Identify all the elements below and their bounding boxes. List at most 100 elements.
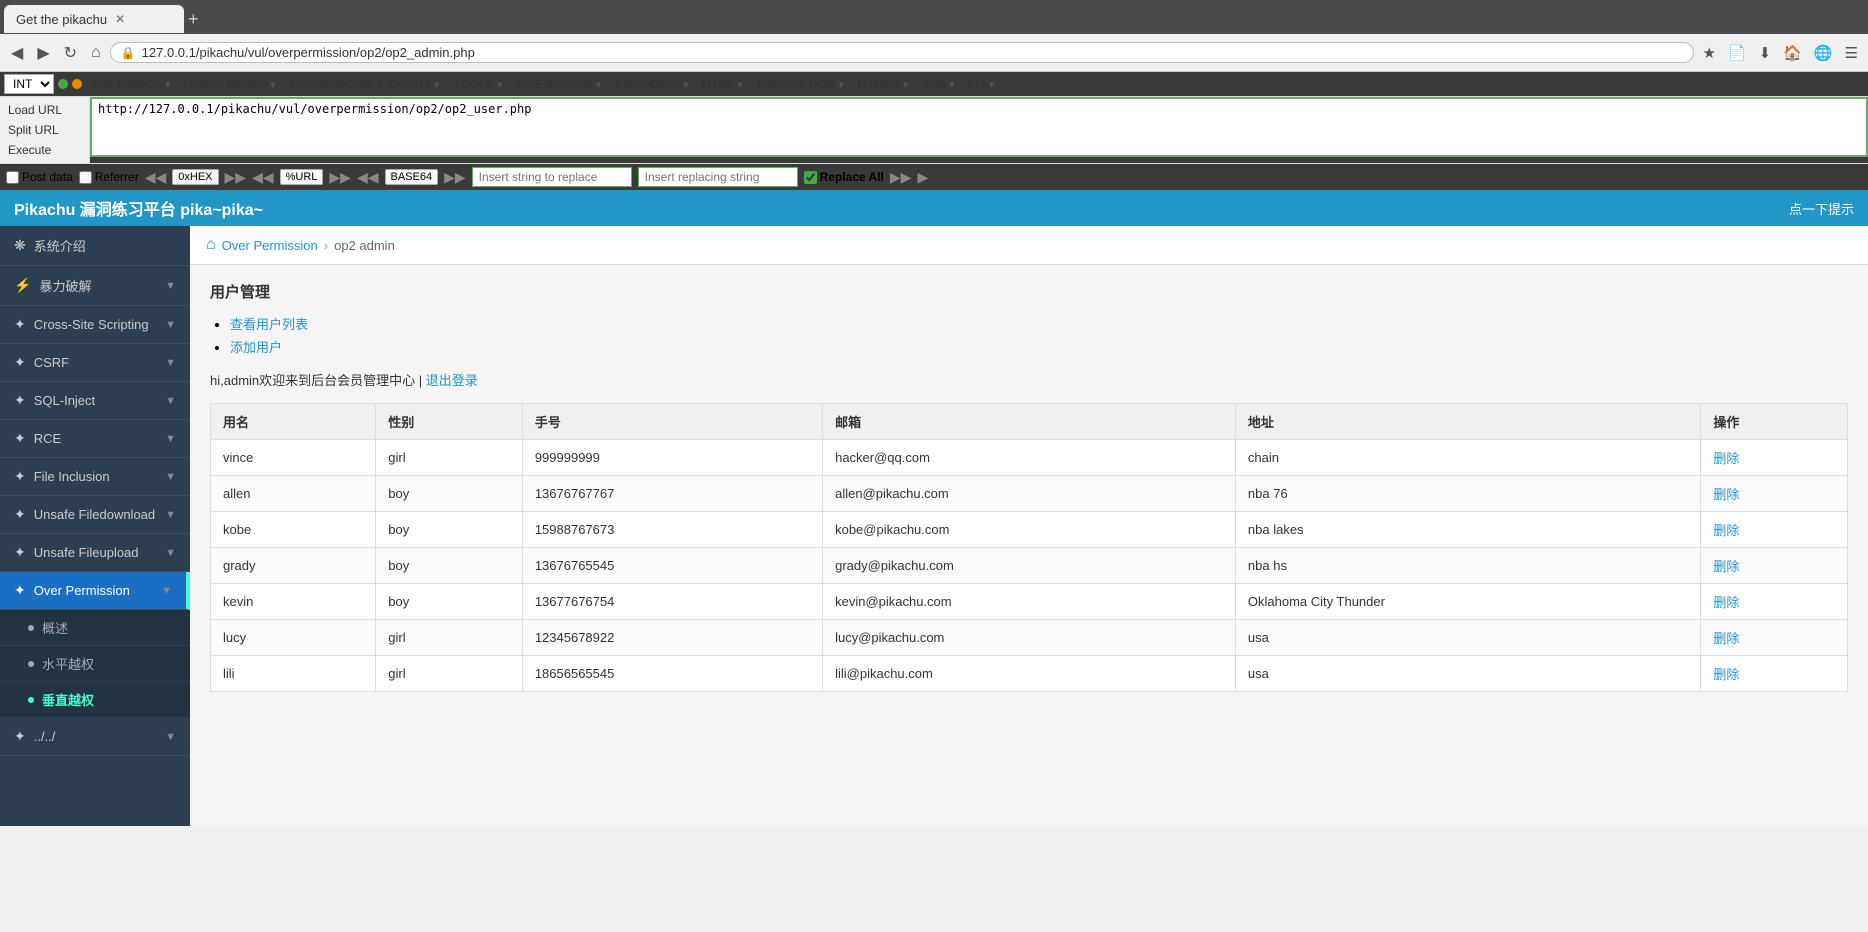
hackbar-encoding[interactable]: ENCODING ▾ bbox=[610, 75, 693, 93]
new-tab-button[interactable]: + bbox=[188, 10, 199, 28]
replace-all-label: Replace All bbox=[820, 170, 884, 184]
cell-phone: 12345678922 bbox=[522, 620, 822, 656]
sidebar-label-extra: ../../ bbox=[34, 729, 165, 744]
hackbar-other[interactable]: OTHER ▾ bbox=[853, 75, 913, 93]
breadcrumb: ⌂ Over Permission › op2 admin bbox=[190, 226, 1868, 265]
tab-close-icon[interactable]: ✕ bbox=[115, 12, 125, 26]
hackbar-menu-row: INT SQL BASICS ▾ UNION BASED ▾ ERROR/DOU… bbox=[0, 72, 1868, 97]
sidebar-sub-overview[interactable]: 概述 bbox=[0, 610, 190, 646]
sidebar-sub-label-overview: 概述 bbox=[42, 618, 68, 637]
xss-icon: ✦ bbox=[14, 316, 26, 333]
sidebar-item-unsafedownload[interactable]: ✦ Unsafe Filedownload ▼ bbox=[0, 496, 190, 534]
cell-username: lili bbox=[211, 656, 376, 692]
back-button[interactable]: ◀ bbox=[6, 41, 28, 65]
hackbar-encryption[interactable]: ENCRYPTION ▾ bbox=[752, 75, 849, 93]
breadcrumb-parent-link[interactable]: Over Permission bbox=[222, 238, 318, 253]
reader-icon[interactable]: 📄 bbox=[1724, 42, 1751, 64]
referrer-check[interactable]: Referrer bbox=[79, 170, 139, 184]
col-header-action: 操作 bbox=[1701, 404, 1848, 440]
table-row: gradyboy13676765545grady@pikachu.comnba … bbox=[211, 548, 1848, 584]
content-inner: 用户管理 查看用户列表 添加用户 hi,admin欢迎来到后台会员管理中心 | … bbox=[190, 265, 1868, 708]
encode-base64-button[interactable]: BASE64 bbox=[385, 169, 439, 185]
status-dot-green bbox=[58, 79, 68, 89]
sidebar-item-overpermission[interactable]: ✦ Over Permission ▼ bbox=[0, 572, 190, 610]
sidebar-item-extra[interactable]: ✦ ../../ ▼ bbox=[0, 718, 190, 756]
forward-button[interactable]: ▶ bbox=[32, 41, 54, 65]
sidebar-item-unsafeupload[interactable]: ✦ Unsafe Fileupload ▼ bbox=[0, 534, 190, 572]
cell-action: 删除 bbox=[1701, 548, 1848, 584]
referrer-checkbox[interactable] bbox=[79, 171, 92, 184]
fileinclusion-icon: ✦ bbox=[14, 468, 26, 485]
replace-all-check[interactable]: Replace All bbox=[804, 170, 884, 184]
sidebar-item-intro[interactable]: ❋ 系统介绍 bbox=[0, 226, 190, 266]
encode-arrow2: ▶▶ bbox=[225, 169, 247, 186]
encode-arrow6: ▶▶ bbox=[444, 169, 466, 186]
browser-tab[interactable]: Get the pikachu ✕ bbox=[4, 5, 184, 33]
logout-link[interactable]: 退出登录 bbox=[426, 373, 478, 388]
delete-link[interactable]: 删除 bbox=[1713, 559, 1739, 574]
bookmark-icon[interactable]: ★ bbox=[1698, 42, 1719, 64]
hackbar-sql-basics[interactable]: SQL BASICS ▾ bbox=[86, 75, 175, 93]
hackbar-html[interactable]: HTML ▾ bbox=[697, 75, 748, 93]
hackbar-url-input[interactable]: http://127.0.0.1/pikachu/vul/overpermiss… bbox=[90, 97, 1868, 157]
encode-0xhex-button[interactable]: 0xHEX bbox=[172, 169, 218, 185]
sidebar-label-unsafeupload: Unsafe Fileupload bbox=[34, 545, 165, 560]
sidebar: ❋ 系统介绍 ⚡ 暴力破解 ▼ ✦ Cross-Site Scripting ▼… bbox=[0, 226, 190, 826]
cell-action: 删除 bbox=[1701, 440, 1848, 476]
download-icon[interactable]: ⬇ bbox=[1755, 42, 1776, 64]
sidebar-item-xss[interactable]: ✦ Cross-Site Scripting ▼ bbox=[0, 306, 190, 344]
sidebar-item-fileinclusion[interactable]: ✦ File Inclusion ▼ bbox=[0, 458, 190, 496]
sidebar-sub-vertical[interactable]: 垂直越权 bbox=[0, 682, 190, 718]
delete-link[interactable]: 删除 bbox=[1713, 667, 1739, 682]
sidebar-item-sqlinject[interactable]: ✦ SQL-Inject ▼ bbox=[0, 382, 190, 420]
cell-email: kevin@pikachu.com bbox=[823, 584, 1236, 620]
sidebar-item-brute[interactable]: ⚡ 暴力破解 ▼ bbox=[0, 266, 190, 306]
load-url-button[interactable]: Load URL bbox=[4, 101, 85, 119]
cell-address: usa bbox=[1235, 620, 1701, 656]
cell-address: Oklahoma City Thunder bbox=[1235, 584, 1701, 620]
encode-url-button[interactable]: %URL bbox=[280, 169, 324, 185]
sidebar-label-unsafedownload: Unsafe Filedownload bbox=[34, 507, 165, 522]
execute-button[interactable]: Execute bbox=[4, 141, 85, 159]
hackbar-xss[interactable]: XSS ▾ bbox=[917, 75, 959, 93]
sidebar-sub-horizontal[interactable]: 水平越权 bbox=[0, 646, 190, 682]
menu-icon[interactable]: ☰ bbox=[1841, 42, 1862, 64]
sub-dot-overview bbox=[28, 625, 34, 631]
extensions-icon[interactable]: 🌐 bbox=[1810, 42, 1837, 64]
hackbar-tools[interactable]: TOOLS ▾ bbox=[448, 75, 507, 93]
hackbar-error-double[interactable]: ERROR/DOUBLE QUERY ▾ bbox=[284, 75, 444, 93]
browser-nav-icons: ★ 📄 ⬇ 🏠 🌐 ☰ bbox=[1698, 42, 1862, 64]
delete-link[interactable]: 删除 bbox=[1713, 487, 1739, 502]
hackbar-union-based[interactable]: UNION BASED ▾ bbox=[179, 75, 280, 93]
delete-link[interactable]: 删除 bbox=[1713, 523, 1739, 538]
hackbar-lfi[interactable]: LFI ▾ bbox=[963, 75, 999, 93]
intro-icon: ❋ bbox=[14, 237, 26, 254]
unsafeupload-chevron-icon: ▼ bbox=[165, 547, 176, 559]
reload-button[interactable]: ↻ bbox=[59, 41, 82, 65]
insert-string-to-replace-input[interactable] bbox=[472, 167, 632, 187]
cell-email: kobe@pikachu.com bbox=[823, 512, 1236, 548]
hackbar-waf-bypass[interactable]: WAF BYPASS ▾ bbox=[511, 75, 606, 93]
replace-all-checkbox[interactable] bbox=[804, 171, 817, 184]
add-user-link[interactable]: 添加用户 bbox=[230, 340, 282, 355]
home2-icon[interactable]: 🏠 bbox=[1779, 42, 1806, 64]
post-data-checkbox[interactable] bbox=[6, 171, 19, 184]
view-users-link[interactable]: 查看用户列表 bbox=[230, 317, 308, 332]
sidebar-item-csrf[interactable]: ✦ CSRF ▼ bbox=[0, 344, 190, 382]
hint-button[interactable]: 点一下提示 bbox=[1789, 199, 1854, 218]
split-url-button[interactable]: Split URL bbox=[4, 121, 85, 139]
home-button[interactable]: ⌂ bbox=[86, 42, 106, 64]
extra-chevron-icon: ▼ bbox=[165, 731, 176, 743]
sidebar-item-rce[interactable]: ✦ RCE ▼ bbox=[0, 420, 190, 458]
hackbar-type-select[interactable]: INT bbox=[4, 74, 54, 94]
insert-replacing-string-input[interactable] bbox=[638, 167, 798, 187]
welcome-text: hi,admin欢迎来到后台会员管理中心 | 退出登录 bbox=[210, 370, 1848, 389]
sub-dot-vertical bbox=[28, 697, 34, 703]
delete-link[interactable]: 删除 bbox=[1713, 631, 1739, 646]
post-data-check[interactable]: Post data bbox=[6, 170, 73, 184]
overpermission-chevron-icon: ▼ bbox=[161, 585, 172, 597]
delete-link[interactable]: 删除 bbox=[1713, 595, 1739, 610]
col-header-email: 邮箱 bbox=[823, 404, 1236, 440]
cell-username: vince bbox=[211, 440, 376, 476]
delete-link[interactable]: 删除 bbox=[1713, 451, 1739, 466]
